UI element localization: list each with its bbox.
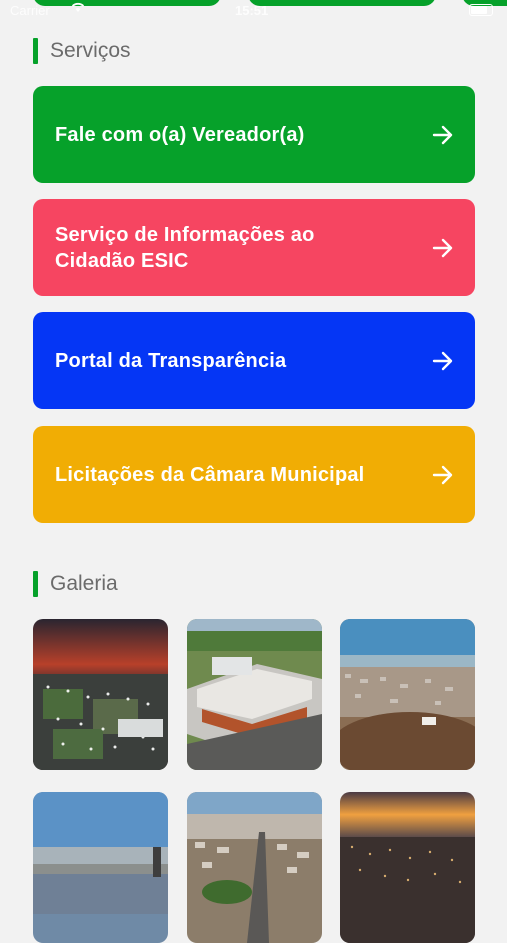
gallery-image-river-city[interactable]: [33, 792, 168, 943]
service-label: Portal da Transparência: [55, 349, 287, 372]
service-portal-transparencia-button[interactable]: Portal da Transparência: [33, 312, 475, 409]
service-esic-button[interactable]: Serviço de Informações ao Cidadão ESIC: [33, 199, 475, 296]
section-accent-bar: [33, 571, 38, 597]
wifi-icon: [70, 1, 86, 16]
clock: 15:51: [235, 3, 269, 18]
service-label: Fale com o(a) Vereador(a): [55, 123, 305, 146]
gallery-image-building[interactable]: [187, 619, 322, 770]
service-licitacoes-button[interactable]: Licitações da Câmara Municipal: [33, 426, 475, 523]
gallery-title: Galeria: [50, 572, 118, 595]
service-fale-vereador-button[interactable]: Fale com o(a) Vereador(a): [33, 86, 475, 183]
gallery-image-night-square[interactable]: [33, 619, 168, 770]
battery-icon: [469, 4, 493, 16]
service-label: Licitações da Câmara Municipal: [55, 463, 365, 486]
section-accent-bar: [33, 38, 38, 64]
arrow-right-icon: [432, 238, 453, 257]
arrow-right-icon: [432, 465, 453, 484]
carrier-label: Carrier: [10, 3, 50, 18]
gallery-image-city-sunset[interactable]: [340, 792, 475, 943]
arrow-right-icon: [432, 125, 453, 144]
services-title: Serviços: [50, 39, 131, 62]
arrow-right-icon: [432, 351, 453, 370]
gallery-image-city-avenue[interactable]: [187, 792, 322, 943]
gallery-image-city-hill[interactable]: [340, 619, 475, 770]
status-bar: Carrier 15:51: [0, 1, 507, 18]
gallery-section-title: Galeria: [33, 571, 118, 597]
service-label: Serviço de Informações ao Cidadão ESIC: [55, 223, 315, 272]
services-section-title: Serviços: [33, 38, 131, 64]
